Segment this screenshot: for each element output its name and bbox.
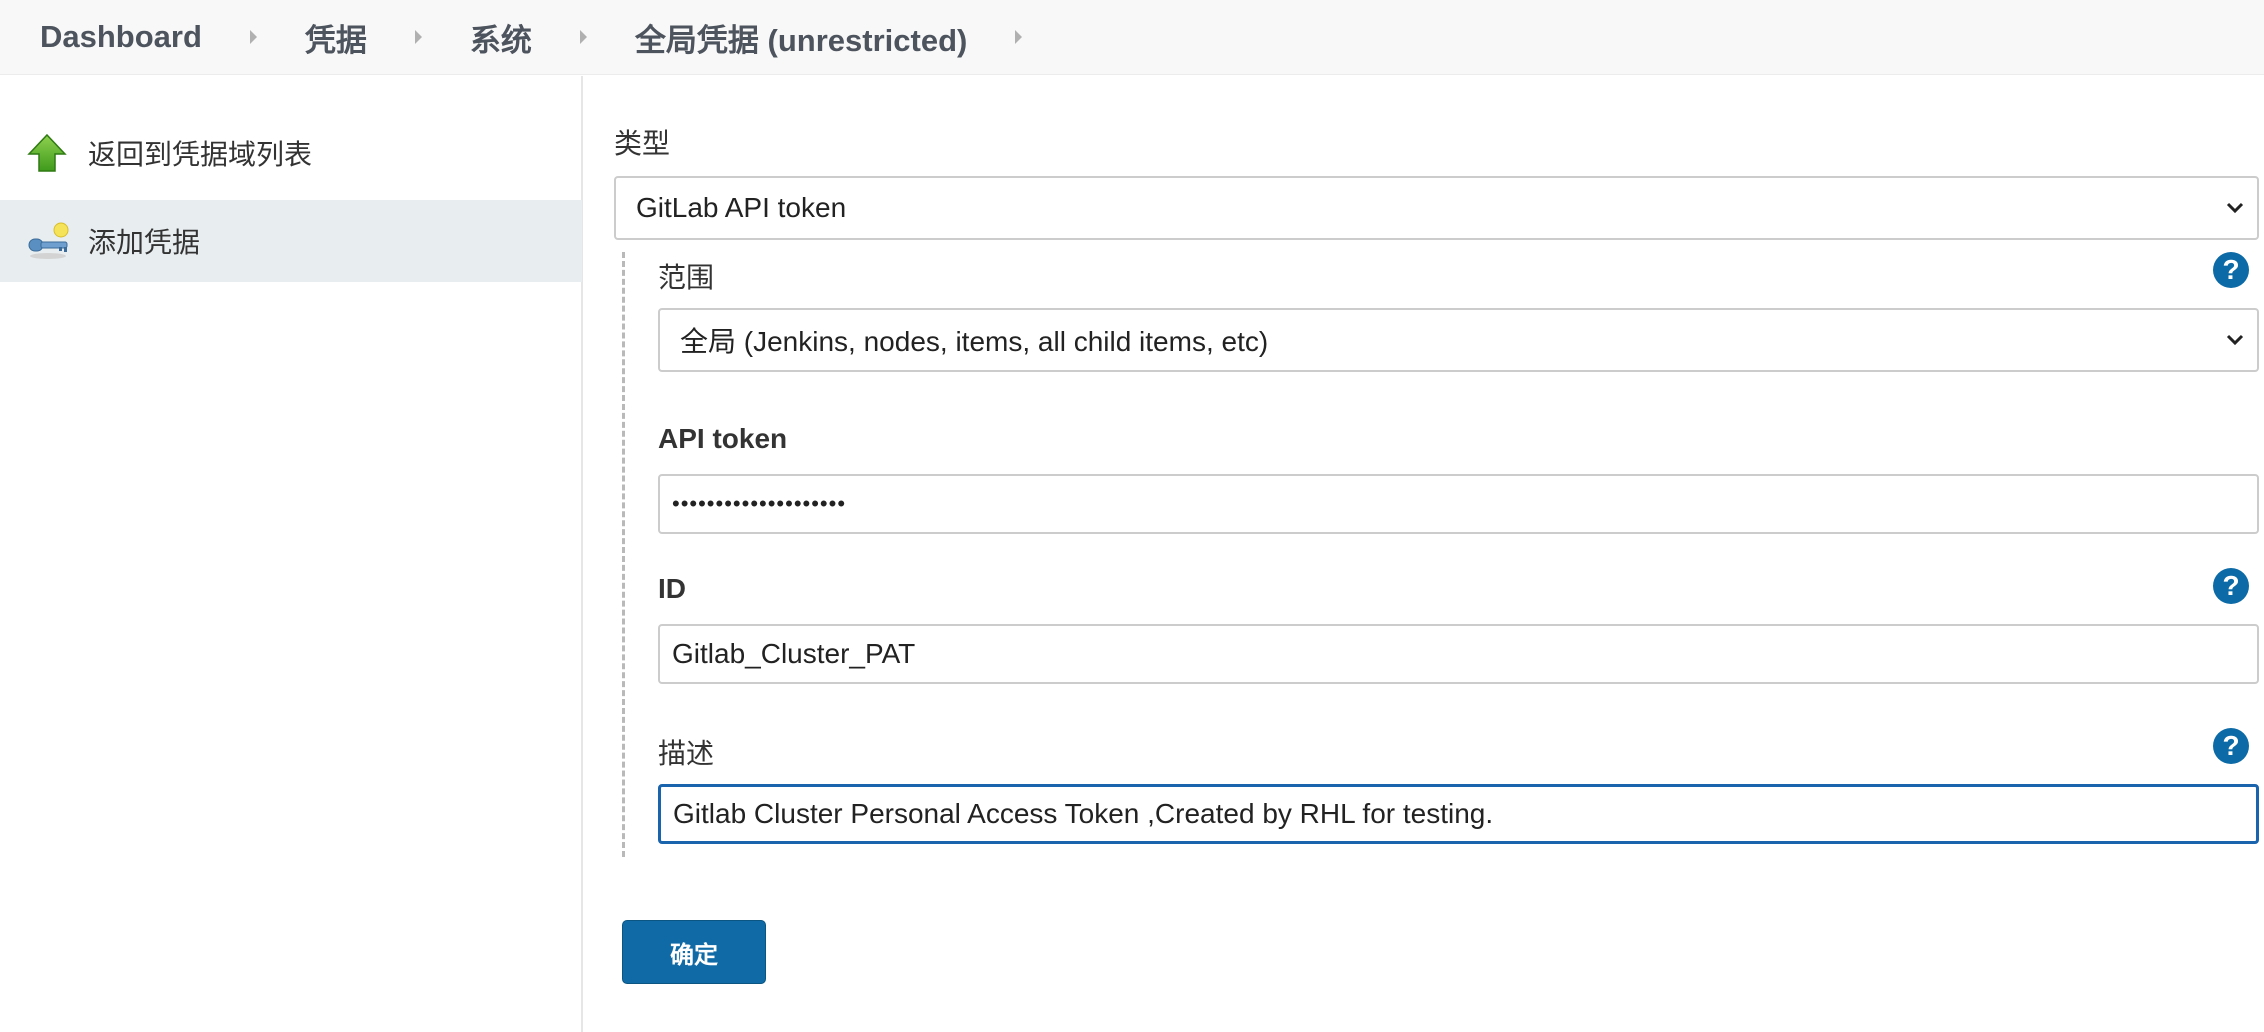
scope-select-value: 全局 (Jenkins, nodes, items, all child ite… <box>680 326 1269 357</box>
breadcrumb-label[interactable]: Dashboard <box>40 19 202 55</box>
description-field[interactable]: Gitlab Cluster Personal Access Token ,Cr… <box>658 784 2259 844</box>
help-glyph: ? <box>2222 254 2240 285</box>
breadcrumb-item-global-credentials[interactable]: 全局凭据 (unrestricted) <box>635 15 1070 60</box>
chevron-down-icon <box>2226 334 2244 346</box>
breadcrumb-item-credentials[interactable]: 凭据 <box>305 15 470 60</box>
sidebar-item-back-to-domains[interactable]: 返回到凭据域列表 <box>0 112 582 194</box>
id-label: ID <box>658 573 686 604</box>
scope-select[interactable]: 全局 (Jenkins, nodes, items, all child ite… <box>658 308 2259 372</box>
green-up-arrow-icon <box>26 132 68 174</box>
sidebar: 返回到凭据域列表 添加凭据 <box>0 76 583 1032</box>
id-help-icon[interactable]: ? <box>2213 568 2249 604</box>
breadcrumb-label[interactable]: 凭据 <box>305 15 367 60</box>
breadcrumb-arrow-icon[interactable] <box>1015 30 1023 44</box>
breadcrumb: Dashboard 凭据 系统 全局凭据 (unrestricted) <box>0 0 2264 75</box>
help-glyph: ? <box>2222 730 2240 761</box>
api-token-label: API token <box>658 423 788 454</box>
kind-select[interactable]: GitLab API token <box>614 176 2259 240</box>
api-token-value: •••••••••••••••••••• <box>672 491 847 516</box>
key-icon <box>26 220 69 262</box>
help-glyph: ? <box>2222 570 2240 601</box>
id-value: Gitlab_Cluster_PAT <box>672 638 916 669</box>
breadcrumb-item-system[interactable]: 系统 <box>470 15 635 60</box>
kind-label: 类型 <box>614 128 671 159</box>
submit-button[interactable]: 确定 <box>622 920 766 984</box>
description-help-icon[interactable]: ? <box>2213 728 2249 764</box>
breadcrumb-label[interactable]: 系统 <box>470 15 532 60</box>
description-value: Gitlab Cluster Personal Access Token ,Cr… <box>673 798 1494 829</box>
scope-label: 范围 <box>658 262 715 293</box>
nested-fields-divider <box>622 252 625 857</box>
breadcrumb-arrow-icon[interactable] <box>414 30 422 44</box>
submit-button-label: 确定 <box>670 941 718 969</box>
scope-help-icon[interactable]: ? <box>2213 252 2249 288</box>
description-label: 描述 <box>658 738 715 769</box>
sidebar-item-add-credentials[interactable]: 添加凭据 <box>0 200 582 282</box>
api-token-field[interactable]: •••••••••••••••••••• <box>658 474 2259 534</box>
breadcrumb-arrow-icon[interactable] <box>579 30 587 44</box>
sidebar-item-label: 返回到凭据域列表 <box>88 139 313 170</box>
breadcrumb-arrow-icon[interactable] <box>249 30 257 44</box>
chevron-down-icon <box>2226 202 2244 214</box>
breadcrumb-label[interactable]: 全局凭据 (unrestricted) <box>635 15 967 60</box>
id-field[interactable]: Gitlab_Cluster_PAT <box>658 624 2259 684</box>
kind-select-value: GitLab API token <box>636 192 847 223</box>
breadcrumb-item-dashboard[interactable]: Dashboard <box>40 19 305 55</box>
sidebar-item-label: 添加凭据 <box>88 227 201 258</box>
